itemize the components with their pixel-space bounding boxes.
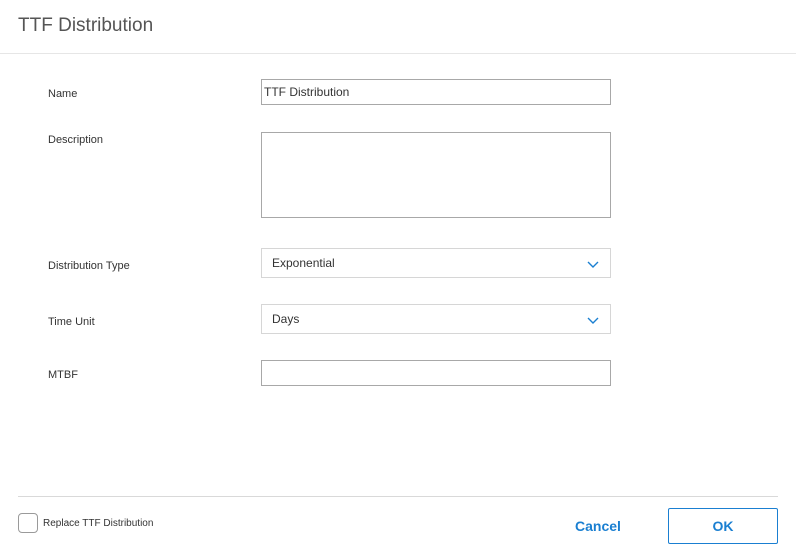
name-input[interactable] (261, 79, 611, 105)
description-label: Description (48, 134, 104, 146)
dialog-header: TTF Distribution (0, 0, 796, 54)
mtbf-input[interactable] (261, 360, 611, 386)
mtbf-label: MTBF (48, 369, 78, 381)
chevron-down-icon (587, 261, 599, 268)
description-textarea[interactable] (261, 132, 611, 218)
name-label: Name (48, 88, 78, 100)
footer-divider (18, 496, 778, 497)
time-unit-label: Time Unit (48, 316, 95, 328)
replace-ttf-distribution-checkbox[interactable] (18, 513, 38, 533)
cancel-button[interactable]: Cancel (560, 508, 636, 544)
ok-button[interactable]: OK (668, 508, 778, 544)
distribution-type-label: Distribution Type (48, 260, 130, 272)
distribution-type-select[interactable]: Exponential (261, 248, 611, 278)
chevron-down-icon (587, 317, 599, 324)
time-unit-select[interactable]: Days (261, 304, 611, 334)
ttf-distribution-dialog: TTF Distribution Name Description Distri… (0, 0, 796, 555)
distribution-type-value: Exponential (272, 256, 335, 270)
replace-ttf-distribution-label[interactable]: Replace TTF Distribution (43, 518, 153, 529)
time-unit-value: Days (272, 312, 300, 326)
dialog-title: TTF Distribution (18, 15, 154, 36)
